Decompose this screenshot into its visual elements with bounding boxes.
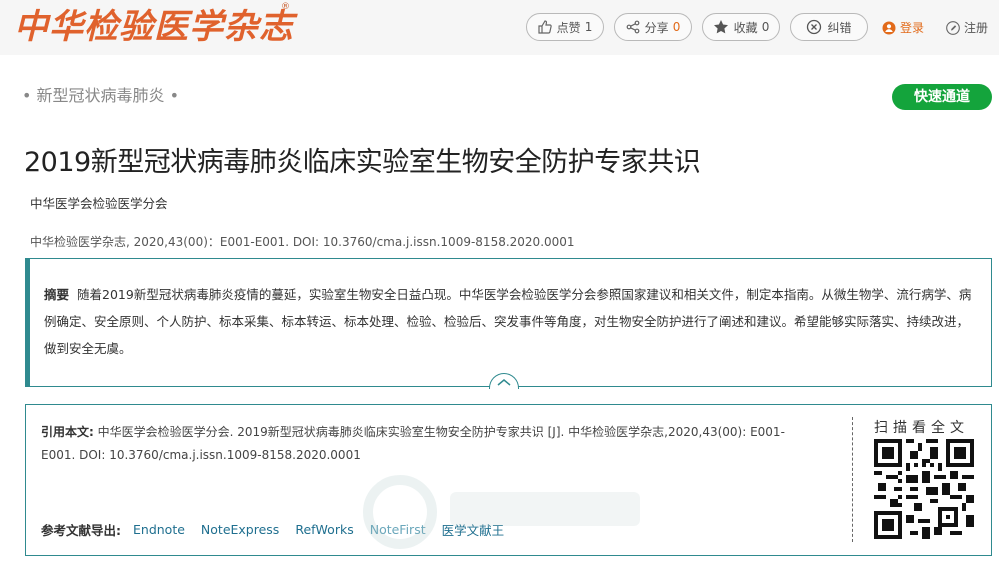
collect-label: 收藏 xyxy=(733,20,758,35)
register-label: 注册 xyxy=(964,21,989,35)
qr-code[interactable] xyxy=(874,439,974,539)
chevron-up-icon xyxy=(497,378,511,386)
registered-mark: ® xyxy=(281,2,290,12)
star-icon xyxy=(713,20,728,34)
quick-access-button[interactable]: 快速通道 xyxy=(892,84,992,110)
user-icon xyxy=(882,21,896,34)
login-label: 登录 xyxy=(900,21,925,35)
top-bar: 中华检验医学杂志 ® 点赞 1 分享 0 收藏 0 纠错 登录 注册 xyxy=(0,0,999,55)
dashed-divider xyxy=(852,417,853,542)
article-title: 2019新型冠状病毒肺炎临床实验室生物安全防护专家共识 xyxy=(24,147,701,178)
export-endnote-link[interactable]: Endnote xyxy=(133,522,185,537)
export-notefirst-link[interactable]: NoteFirst xyxy=(370,522,426,537)
category-bullet-left: • xyxy=(22,86,32,105)
correction-label: 纠错 xyxy=(827,20,852,35)
journal-logo[interactable]: 中华检验医学杂志 xyxy=(14,4,294,50)
share-icon xyxy=(626,20,640,34)
export-noteexpress-link[interactable]: NoteExpress xyxy=(201,522,279,537)
citation-label: 引用本文: xyxy=(41,425,94,439)
abstract-text: 随着2019新型冠状病毒肺炎疫情的蔓延，实验室生物安全日益凸现。中华医学会检验医… xyxy=(44,287,972,356)
export-refworks-link[interactable]: RefWorks xyxy=(295,522,353,537)
citation-content: 中华医学会检验医学分会. 2019新型冠状病毒肺炎临床实验室生物安全防护专家共识… xyxy=(41,425,785,462)
login-link[interactable]: 登录 xyxy=(882,19,924,36)
export-label: 参考文献导出: xyxy=(41,523,121,538)
abstract-label: 摘要 xyxy=(44,287,70,302)
citation-text: 引用本文: 中华医学会检验医学分会. 2019新型冠状病毒肺炎临床实验室生物安全… xyxy=(41,421,786,467)
category-label[interactable]: 新型冠状病毒肺炎 xyxy=(37,86,165,105)
collect-count: 0 xyxy=(761,20,770,34)
like-button[interactable]: 点赞 1 xyxy=(526,13,604,41)
correction-button[interactable]: 纠错 xyxy=(790,13,868,41)
like-count: 1 xyxy=(584,20,593,34)
share-button[interactable]: 分享 0 xyxy=(614,13,692,41)
collect-button[interactable]: 收藏 0 xyxy=(702,13,780,41)
scan-label: 扫描看全文 xyxy=(874,420,969,436)
export-links: 参考文献导出: Endnote NoteExpress RefWorks Not… xyxy=(41,520,520,539)
category-breadcrumb: • 新型冠状病毒肺炎 • xyxy=(22,82,179,106)
edit-icon xyxy=(946,20,960,35)
category-bullet-right: • xyxy=(169,86,180,105)
share-label: 分享 xyxy=(644,20,669,35)
like-label: 点赞 xyxy=(556,20,581,35)
share-count: 0 xyxy=(672,20,681,34)
thumbs-up-icon xyxy=(538,20,552,34)
error-circle-icon xyxy=(807,19,822,35)
export-yixuewenxianwang-link[interactable]: 医学文献王 xyxy=(442,520,505,539)
citation-box: 引用本文: 中华医学会检验医学分会. 2019新型冠状病毒肺炎临床实验室生物安全… xyxy=(25,404,992,556)
abstract-box: 摘要 随着2019新型冠状病毒肺炎疫情的蔓延，实验室生物安全日益凸现。中华医学会检… xyxy=(25,258,992,387)
article-citation-line: 中华检验医学杂志, 2020,43(00)：E001-E001. DOI: 10… xyxy=(30,235,575,249)
register-link[interactable]: 注册 xyxy=(946,19,988,36)
article-author[interactable]: 中华医学会检验医学分会 xyxy=(30,193,168,212)
